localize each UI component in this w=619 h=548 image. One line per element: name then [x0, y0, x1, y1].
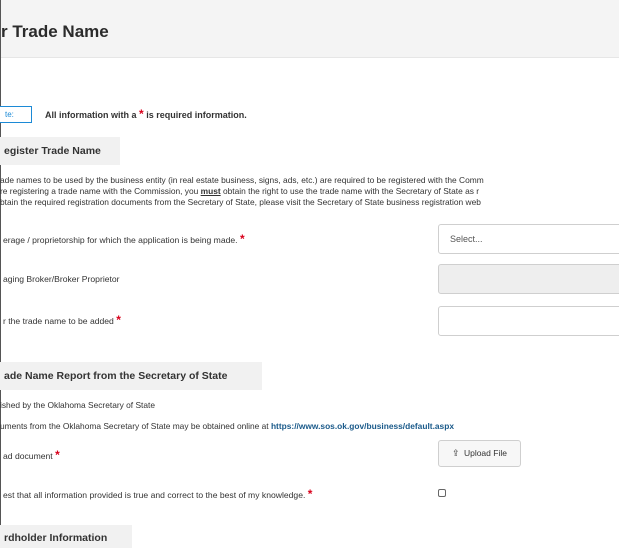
- attest-label-text: est that all information provided is tru…: [3, 490, 306, 500]
- managing-broker-field: [438, 264, 619, 294]
- note-text-before: All information with a: [45, 110, 137, 120]
- register-line-2a: re registering a trade name with the Com…: [0, 186, 199, 196]
- trade-name-input[interactable]: [438, 306, 619, 336]
- page-title: r Trade Name: [1, 22, 109, 41]
- brokerage-select[interactable]: Select...: [438, 224, 619, 254]
- upload-document-label: ad document *: [3, 448, 60, 463]
- register-trade-name-heading: egister Trade Name: [0, 137, 120, 165]
- required-asterisk-icon: *: [55, 448, 60, 462]
- register-paragraph-line-3: btain the required registration document…: [0, 197, 481, 207]
- upload-file-label: Upload File: [463, 448, 507, 458]
- required-asterisk-icon: *: [307, 487, 313, 501]
- attest-checkbox[interactable]: [438, 489, 446, 497]
- note-text-after: is required information.: [146, 110, 247, 120]
- trade-name-label-text: r the trade name to be added: [3, 316, 114, 326]
- upload-document-label-text: ad document: [3, 451, 53, 461]
- page-header: r Trade Name: [1, 0, 619, 58]
- managing-broker-label: aging Broker/Broker Proprietor: [3, 274, 120, 284]
- register-paragraph-line-1: ade names to be used by the business ent…: [0, 175, 484, 185]
- brokerage-label-text: erage / proprietorship for which the app…: [3, 235, 238, 245]
- cardholder-information-heading: rdholder Information: [0, 525, 132, 548]
- upload-icon: ⇪: [452, 448, 460, 458]
- report-documents-line: uments from the Oklahoma Secretary of St…: [0, 421, 454, 432]
- required-asterisk-icon: *: [239, 232, 245, 246]
- register-line-2b: obtain the right to use the trade name w…: [222, 186, 480, 196]
- trade-name-label: r the trade name to be added *: [3, 313, 121, 328]
- attest-label: est that all information provided is tru…: [3, 487, 312, 502]
- window-left-border: [0, 0, 1, 548]
- trade-name-report-heading: ade Name Report from the Secretary of St…: [0, 362, 262, 390]
- register-paragraph-line-2: re registering a trade name with the Com…: [0, 186, 479, 197]
- report-published-line: ished by the Oklahoma Secretary of State: [0, 400, 156, 410]
- sos-business-link[interactable]: https://www.sos.ok.gov/business/default.…: [271, 421, 454, 431]
- required-asterisk-icon: *: [139, 107, 144, 121]
- brokerage-label: erage / proprietorship for which the app…: [3, 232, 245, 247]
- report-documents-text: uments from the Oklahoma Secretary of St…: [0, 421, 269, 431]
- must-emphasis: must: [200, 186, 221, 196]
- note-badge: te:: [0, 106, 32, 123]
- upload-file-button[interactable]: ⇪ Upload File: [438, 440, 521, 467]
- required-note-text: All information with a * is required inf…: [45, 107, 247, 122]
- required-asterisk-icon: *: [116, 313, 121, 327]
